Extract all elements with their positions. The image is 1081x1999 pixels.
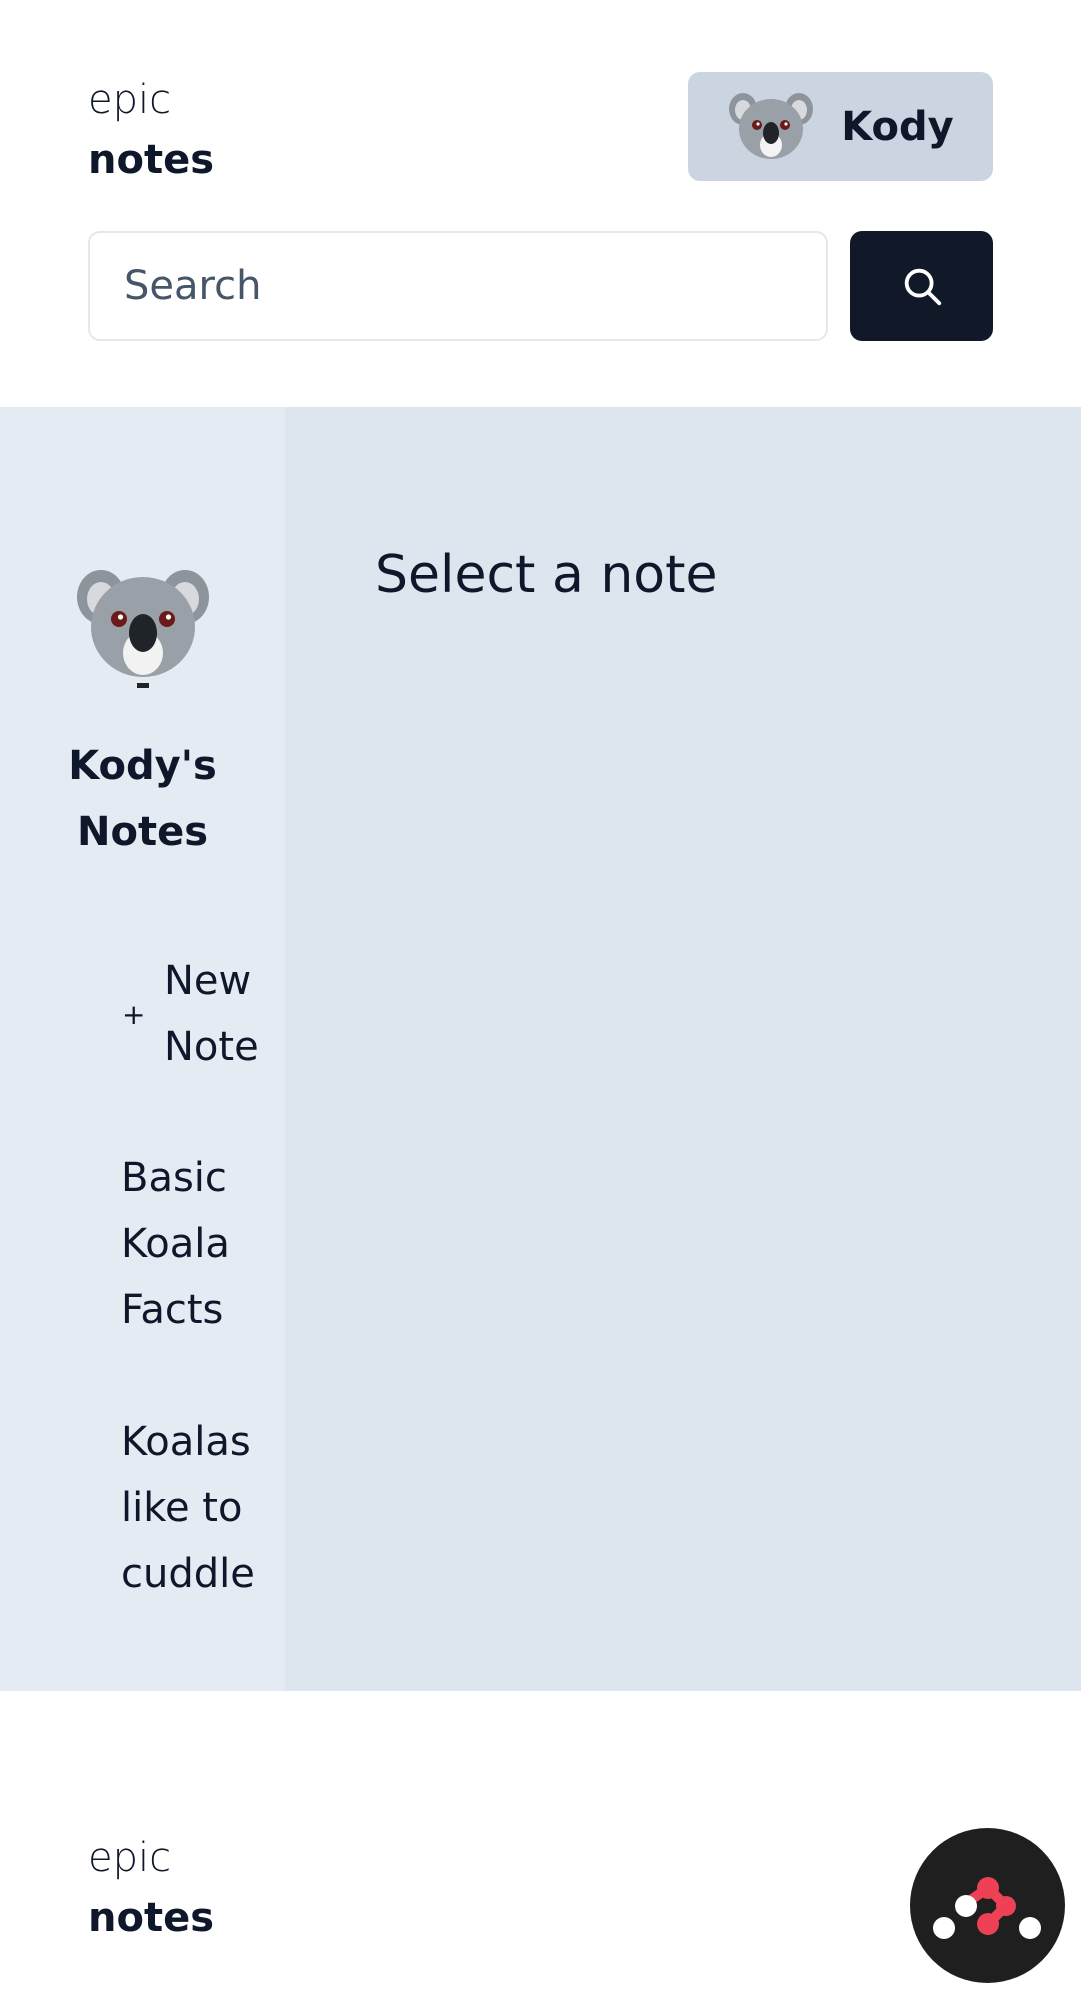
devtools-button[interactable]	[910, 1828, 1065, 1983]
user-menu-button[interactable]: Kody	[688, 72, 993, 181]
logo-notes: notes	[88, 137, 215, 183]
new-note-label: New Note	[164, 958, 259, 1070]
search-icon	[904, 268, 941, 306]
owner-avatar	[76, 570, 209, 688]
note-link[interactable]: Koalas like to cuddle	[121, 1409, 271, 1607]
plus-icon: +	[122, 997, 146, 1031]
logo-epic: epic	[88, 77, 172, 123]
search-input[interactable]	[88, 231, 828, 341]
new-note-link[interactable]: + New Note	[122, 948, 272, 1080]
footer-logo-notes: notes	[88, 1895, 215, 1941]
empty-state-text: Select a note	[375, 545, 718, 605]
user-avatar	[729, 92, 814, 159]
user-name: Kody	[841, 103, 954, 150]
footer-logo-epic: epic	[88, 1835, 172, 1881]
notes-sidebar: Kody's Notes + New Note Basic Koala Fact…	[0, 407, 285, 1691]
footer-logo[interactable]: epic notes	[88, 1838, 214, 1938]
owner-profile-link[interactable]: Kody's Notes	[0, 557, 285, 865]
note-link[interactable]: Basic Koala Facts	[121, 1145, 271, 1343]
remix-devtools-icon	[932, 1876, 1041, 1939]
owner-title: Kody's Notes	[68, 743, 217, 855]
search-button[interactable]	[850, 231, 993, 341]
header-logo[interactable]: epic notes	[88, 80, 214, 180]
notes-layout: Kody's Notes + New Note Basic Koala Fact…	[0, 407, 1081, 1691]
page: epic notes Kody Search Kody's Notes + Ne…	[0, 0, 1081, 1999]
